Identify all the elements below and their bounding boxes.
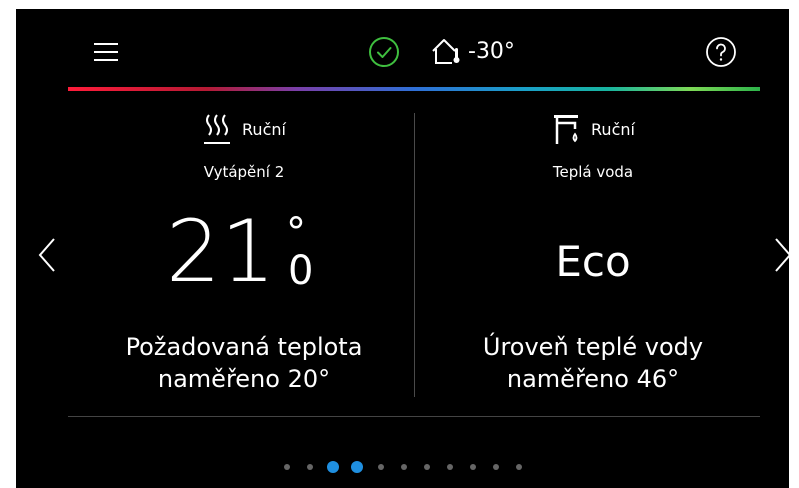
- thermostat-screen: -30° Ruční Vytápění 2 21 ° 0 Požadovaná …: [16, 9, 789, 488]
- page-dot[interactable]: [469, 464, 476, 470]
- page-dot[interactable]: [377, 464, 384, 470]
- outdoor-temp-value: -30°: [468, 38, 515, 64]
- setpoint-decimal: 0: [288, 248, 314, 294]
- hot-water-measured: naměřeno 46°: [506, 365, 680, 393]
- hot-water-mode-row: Ruční: [423, 109, 763, 149]
- page-indicator[interactable]: [16, 461, 789, 473]
- heating-zone-name: Vytápění 2: [203, 163, 285, 181]
- check-circle-icon[interactable]: [368, 36, 400, 68]
- brand-color-strip: [68, 87, 760, 91]
- hot-water-name: Teplá voda: [552, 163, 634, 181]
- page-dot[interactable]: [400, 464, 407, 470]
- page-dot[interactable]: [306, 464, 313, 470]
- chevron-left-icon[interactable]: [36, 235, 60, 275]
- page-dot[interactable]: [283, 464, 290, 470]
- page-dot[interactable]: [492, 464, 499, 470]
- chevron-right-icon[interactable]: [770, 235, 789, 275]
- hot-water-description: Úroveň teplé vody naměřeno 46°: [423, 331, 763, 395]
- heating-waves-icon: [204, 114, 231, 144]
- heating-measured: naměřeno 20°: [157, 365, 331, 393]
- hot-water-panel[interactable]: Ruční Teplá voda Eco Úroveň teplé vody n…: [423, 109, 763, 393]
- setpoint-degree: °: [286, 210, 306, 256]
- heating-mode-label: Ruční: [242, 119, 286, 139]
- column-divider: [414, 113, 415, 397]
- page-dot[interactable]: [423, 464, 430, 470]
- hamburger-menu-icon[interactable]: [94, 43, 118, 61]
- page-dot[interactable]: [351, 461, 363, 473]
- outdoor-temperature[interactable]: -30°: [430, 33, 515, 69]
- heating-description: Požadovaná teplota naměřeno 20°: [74, 331, 414, 395]
- setpoint-integer: 21: [166, 202, 276, 302]
- heating-zone-panel[interactable]: Ruční Vytápění 2 21 ° 0 Požadovaná teplo…: [74, 109, 414, 393]
- page-dot[interactable]: [515, 464, 522, 470]
- heating-desc-line1: Požadovaná teplota: [125, 333, 363, 361]
- help-circle-icon[interactable]: [705, 36, 737, 68]
- hot-water-mode-label: Ruční: [591, 119, 635, 139]
- hot-water-level[interactable]: Eco: [423, 237, 763, 286]
- hot-water-desc-line1: Úroveň teplé vody: [482, 333, 704, 361]
- page-dot[interactable]: [446, 464, 453, 470]
- heating-mode-row: Ruční: [74, 109, 414, 149]
- house-thermometer-icon: [432, 39, 460, 64]
- water-tap-icon: [554, 115, 579, 144]
- top-bar: -30°: [16, 9, 789, 89]
- page-dot[interactable]: [327, 461, 339, 473]
- bottom-divider: [68, 416, 760, 417]
- heating-setpoint[interactable]: 21 ° 0: [74, 209, 414, 309]
